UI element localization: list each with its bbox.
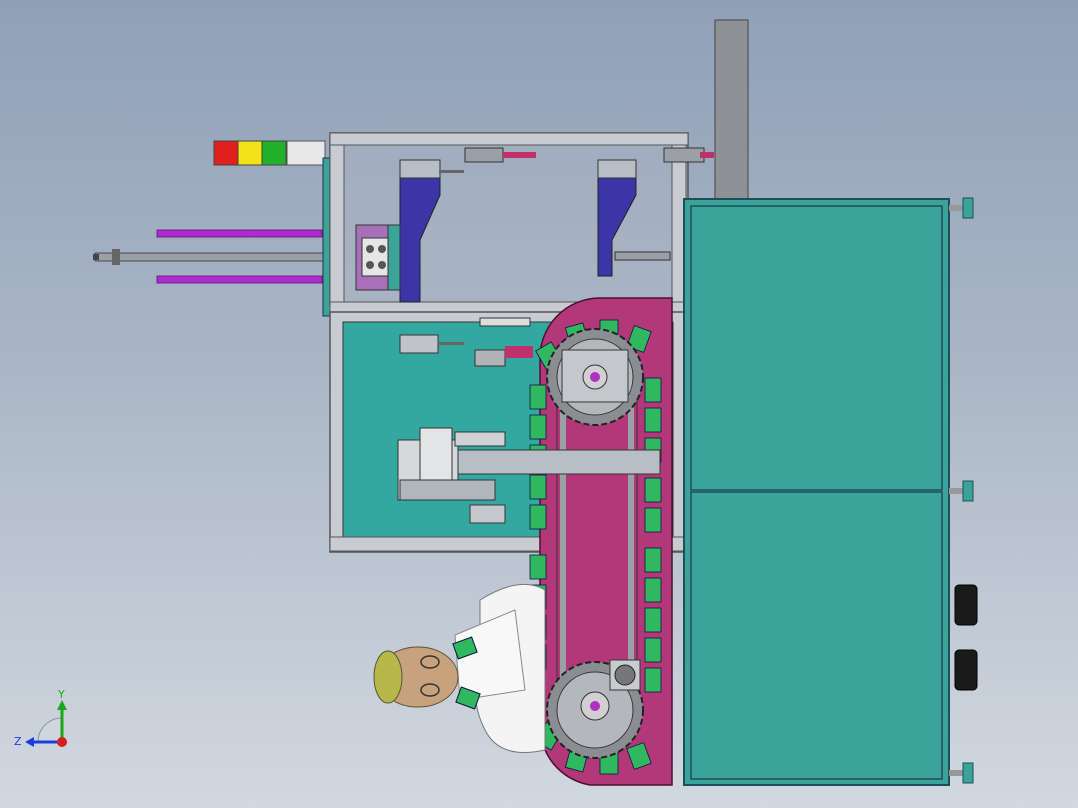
vertical-pillar[interactable] [714,19,749,201]
coordinate-triad: Y Z [14,688,67,748]
cad-viewport[interactable]: Y Z [0,0,1078,808]
signal-light-yellow [237,140,263,166]
triad-y-label: Y [57,688,65,701]
drive-motor[interactable] [609,659,641,691]
triad-z-label: Z [14,735,22,748]
upper-sprocket[interactable] [546,328,644,426]
signal-tower[interactable] [213,140,326,166]
casters[interactable] [954,584,978,691]
gripper-block[interactable] [355,224,401,291]
signal-light-red [213,140,239,166]
gray-cylinder-rod[interactable] [94,252,326,262]
purple-rod-top[interactable] [156,229,323,238]
signal-light-green [261,140,287,166]
operator-figure[interactable] [373,583,546,753]
triad-origin [57,737,67,747]
pneumatic-rods[interactable] [93,229,326,284]
purple-rod-bottom[interactable] [156,275,323,284]
leveling-feet[interactable] [949,197,974,784]
main-cabinet[interactable] [683,198,950,786]
cad-model-scene[interactable]: Y Z [0,0,1078,808]
